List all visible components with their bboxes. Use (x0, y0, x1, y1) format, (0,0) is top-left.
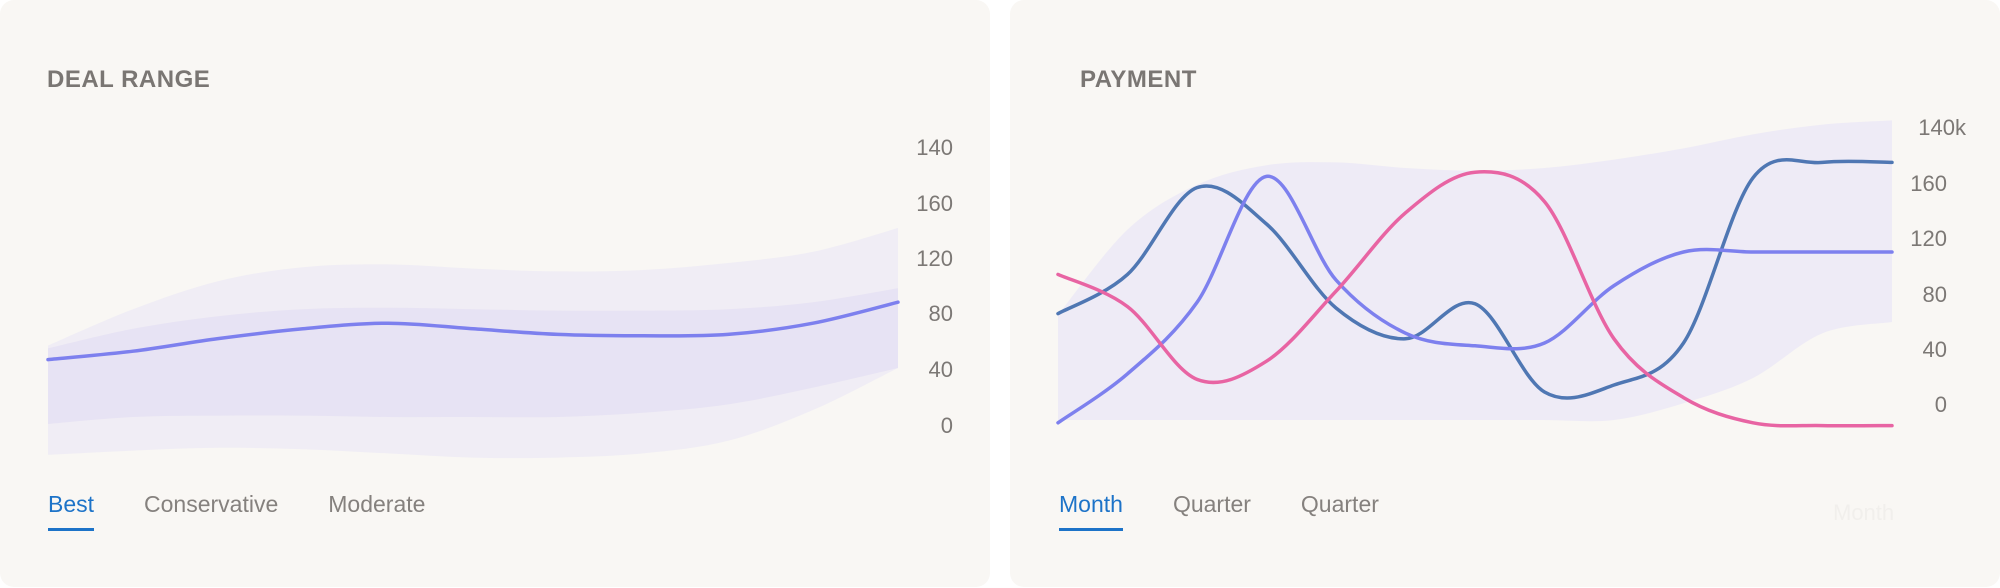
deal-range-y-tick: 40 (929, 357, 953, 382)
tab-moderate[interactable]: Moderate (328, 488, 425, 531)
tab-best[interactable]: Best (48, 488, 95, 531)
deal-range-chart: 140 160 120 80 40 0 (46, 135, 953, 459)
deal-range-y-tick: 120 (916, 246, 953, 271)
faded-month-label[interactable]: Month (1833, 500, 1894, 526)
payment-y-tick: 40 (1923, 337, 1947, 362)
tab-quarter[interactable]: Quarter (1173, 488, 1251, 531)
deal-range-tabs: Best Conservative Moderate (48, 488, 475, 531)
tab-conservative[interactable]: Conservative (144, 488, 278, 531)
payment-chart: 140k 160 120 80 40 0 (1056, 115, 1967, 428)
payment-tabs: Month Quarter Quarter (1059, 488, 1429, 531)
payment-y-tick: 140k (1918, 115, 1967, 140)
deal-range-y-tick: 0 (941, 413, 953, 438)
tab-quarter-2[interactable]: Quarter (1301, 488, 1379, 531)
tab-month[interactable]: Month (1059, 488, 1123, 531)
payment-y-tick: 0 (1935, 392, 1947, 417)
deal-range-y-tick: 140 (916, 135, 953, 160)
deal-range-y-tick: 160 (916, 191, 953, 216)
deal-range-y-tick: 80 (929, 301, 953, 326)
payment-y-tick: 80 (1923, 282, 1947, 307)
payment-card: PAYMENT 140k 160 120 80 40 0 Month Quarter Qu… (1010, 0, 2000, 587)
deal-range-card: DEAL RANGE 140 160 120 80 40 0 Best Conservat… (0, 0, 990, 587)
payment-y-tick: 120 (1910, 226, 1947, 251)
payment-y-tick: 160 (1910, 171, 1947, 196)
